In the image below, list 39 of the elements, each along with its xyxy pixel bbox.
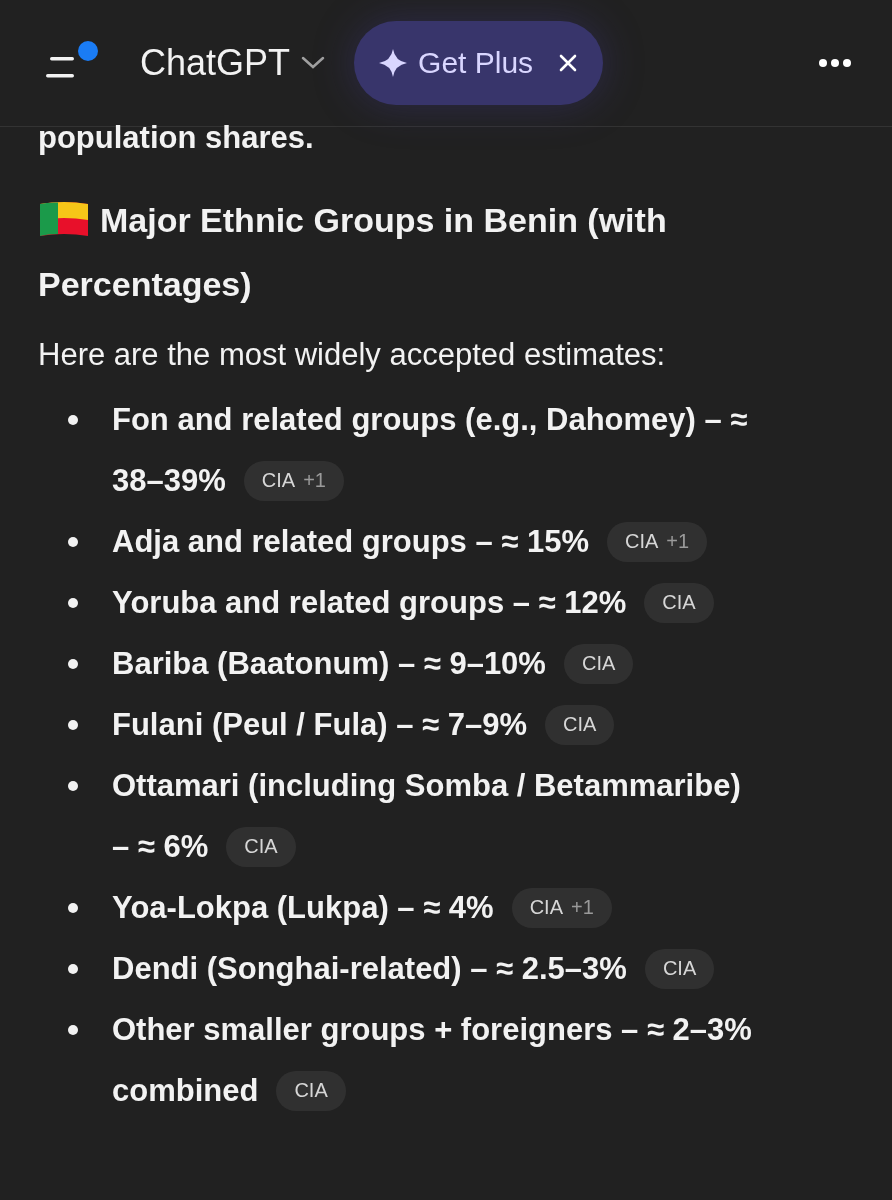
section-heading: Percentages) bbox=[38, 264, 252, 305]
section-heading: Major Ethnic Groups in Benin (with bbox=[100, 200, 667, 241]
list-item-text: Bariba (Baatonum) – ≈ 9–10% bbox=[112, 644, 546, 683]
list-item-text: Fon and related groups (e.g., Dahomey) – ≈ bbox=[112, 400, 748, 439]
bullet-dot bbox=[68, 720, 78, 730]
list-item-text: Adja and related groups – ≈ 15% bbox=[112, 522, 589, 561]
paragraph-text: Here are the most widely accepted estimates: bbox=[38, 336, 667, 374]
citation-chip[interactable]: CIA bbox=[644, 948, 715, 989]
citation-chip[interactable]: CIA bbox=[276, 1070, 346, 1111]
chevron-down-icon bbox=[300, 55, 327, 71]
get-plus-button[interactable]: Get Plus bbox=[378, 46, 534, 80]
bullet-dot bbox=[68, 903, 78, 913]
paragraph-text: population shares. bbox=[38, 123, 315, 153]
list-item-text: Yoa-Lokpa (Lukpa) – ≈ 4% bbox=[112, 888, 494, 927]
bullet-dot bbox=[68, 781, 78, 791]
bullet-dot bbox=[68, 598, 78, 608]
citation-chip[interactable]: CIA +1 bbox=[511, 887, 612, 928]
more-options-icon[interactable] bbox=[818, 58, 852, 68]
citation-chip[interactable]: CIA bbox=[563, 643, 634, 684]
list-item-text: 38–39% bbox=[112, 461, 226, 500]
list-item-text: – ≈ 6% bbox=[112, 827, 209, 866]
citation-chip[interactable]: CIA +1 bbox=[607, 521, 708, 562]
bullet-dot bbox=[68, 964, 78, 974]
list-item-text: Dendi (Songhai-related) – ≈ 2.5–3% bbox=[112, 949, 627, 988]
model-selector[interactable]: ChatGPT bbox=[140, 42, 327, 84]
list-item-text: combined bbox=[112, 1071, 259, 1110]
list-item-text: Fulani (Peul / Fula) – ≈ 7–9% bbox=[112, 705, 527, 744]
close-icon[interactable] bbox=[559, 54, 578, 72]
bullet-dot bbox=[68, 415, 78, 425]
citation-chip[interactable]: CIA bbox=[544, 704, 615, 745]
list-item-text: Other smaller groups + foreigners – ≈ 2–3% bbox=[112, 1010, 752, 1049]
citation-chip[interactable]: CIA bbox=[644, 582, 714, 623]
bullet-dot bbox=[68, 537, 78, 547]
list-item-text: Yoruba and related groups – ≈ 12% bbox=[112, 583, 627, 622]
citation-chip[interactable]: CIA bbox=[226, 826, 296, 867]
list-item-text: Ottamari (including Somba / Betammaribe) bbox=[112, 766, 741, 805]
bullet-dot bbox=[68, 659, 78, 669]
citation-chip[interactable]: CIA +1 bbox=[243, 460, 344, 501]
bullet-dot bbox=[68, 1025, 78, 1035]
